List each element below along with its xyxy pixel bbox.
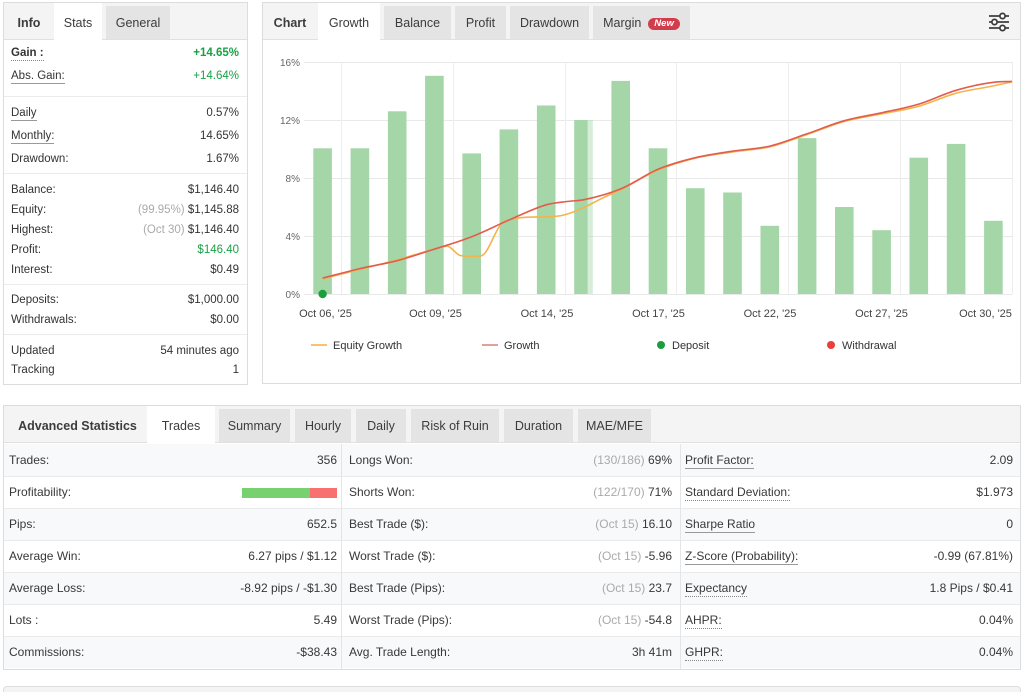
svg-text:Oct 22, '25: Oct 22, '25	[743, 308, 796, 320]
svg-text:16%: 16%	[279, 58, 299, 69]
svg-text:Oct 09, '25: Oct 09, '25	[409, 308, 462, 320]
svg-text:Deposit: Deposit	[672, 340, 709, 352]
svg-text:Withdrawal: Withdrawal	[842, 340, 896, 352]
svg-text:0%: 0%	[285, 290, 300, 301]
svg-text:4%: 4%	[285, 232, 300, 243]
svg-text:Oct 30, '25: Oct 30, '25	[959, 308, 1012, 320]
svg-text:Oct 17, '25: Oct 17, '25	[632, 308, 685, 320]
svg-text:Growth: Growth	[504, 340, 539, 352]
svg-text:12%: 12%	[279, 116, 299, 127]
svg-text:Oct 27, '25: Oct 27, '25	[855, 308, 908, 320]
svg-text:Oct 14, '25: Oct 14, '25	[520, 308, 573, 320]
svg-text:Equity Growth: Equity Growth	[333, 340, 402, 352]
svg-text:Oct 06, '25: Oct 06, '25	[299, 308, 352, 320]
svg-text:8%: 8%	[285, 174, 300, 185]
